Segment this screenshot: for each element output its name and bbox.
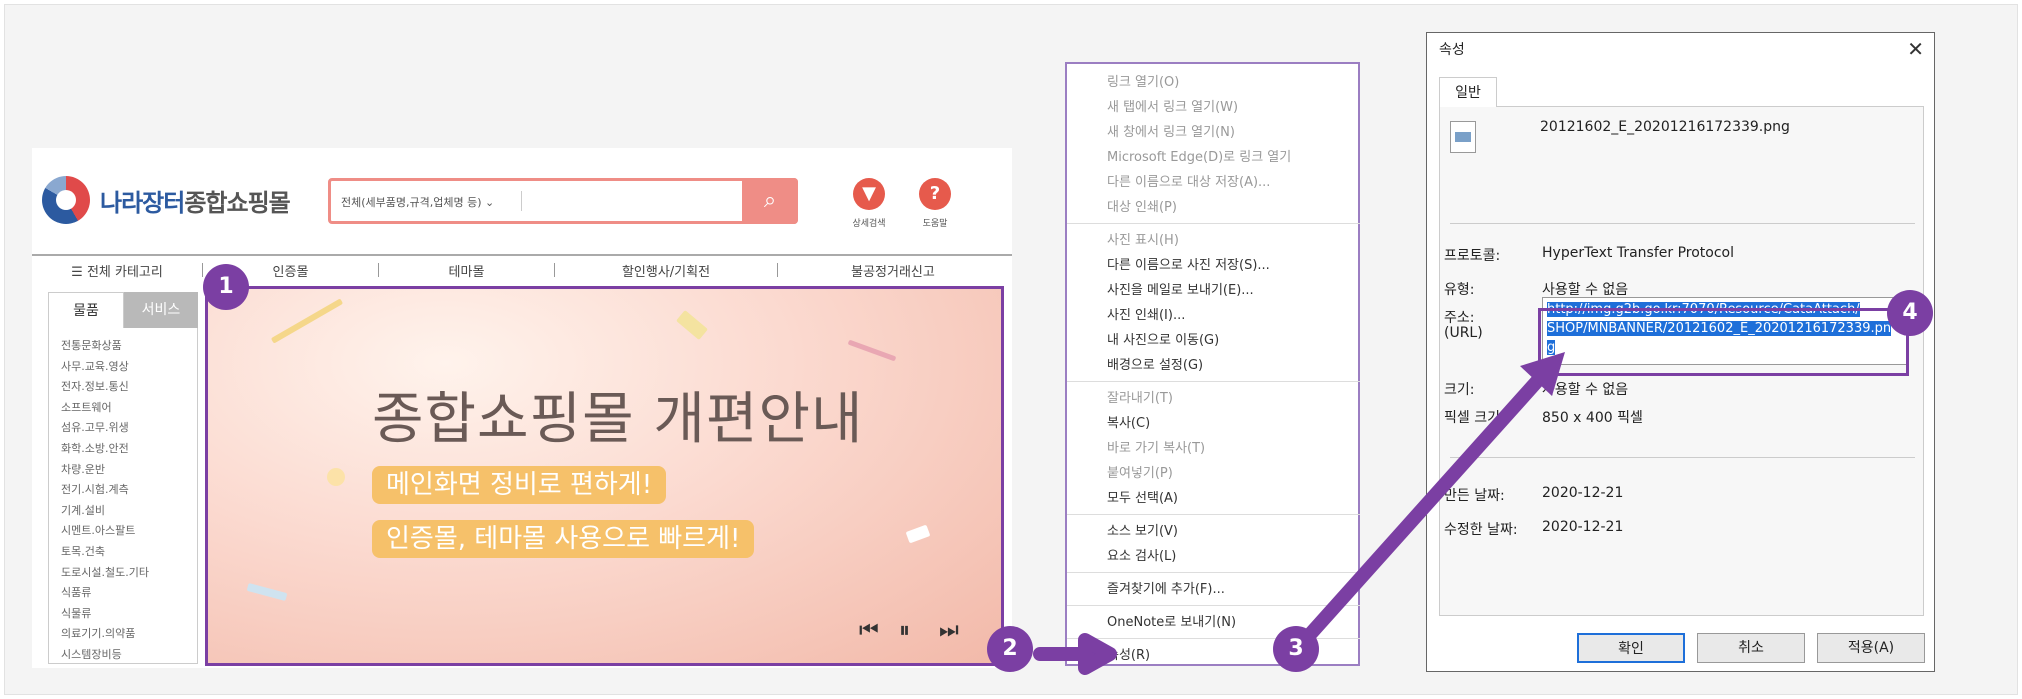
step-badge-1: 1 bbox=[203, 264, 249, 310]
step-badge-3: 3 bbox=[1273, 626, 1319, 672]
step-badge-4: 4 bbox=[1887, 290, 1933, 336]
arrow-to-properties-icon bbox=[1033, 633, 1117, 675]
step-badge-2: 2 bbox=[987, 626, 1033, 672]
annotation-arrows bbox=[1033, 352, 1565, 675]
tab-general[interactable]: 일반 bbox=[1439, 77, 1497, 107]
arrow-to-url-line-icon bbox=[1299, 373, 1546, 645]
